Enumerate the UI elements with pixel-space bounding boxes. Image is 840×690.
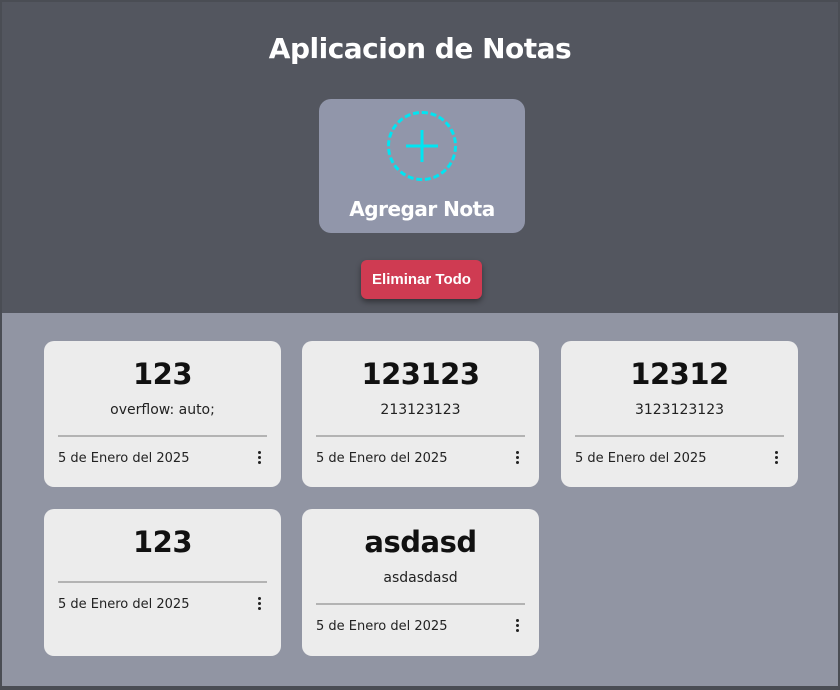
note-divider <box>575 435 784 437</box>
note-title: 123 <box>132 525 193 559</box>
app-header: Aplicacion de Notas Agregar Nota Elimina… <box>2 2 838 313</box>
delete-all-button[interactable]: Eliminar Todo <box>361 260 482 299</box>
note-body: overflow: auto; <box>110 402 215 418</box>
note-divider <box>58 581 267 583</box>
app-title: Aplicacion de Notas <box>268 32 572 65</box>
note-title: asdasd <box>364 525 477 559</box>
more-options-icon[interactable] <box>513 451 521 467</box>
note-card[interactable]: asdasd asdasdasd 5 de Enero del 2025 <box>302 509 539 656</box>
notes-grid: 123 overflow: auto; 5 de Enero del 2025 … <box>2 313 838 686</box>
note-title: 12312 <box>630 357 729 391</box>
note-date: 5 de Enero del 2025 <box>316 619 448 634</box>
note-title: 123 <box>132 357 193 391</box>
note-card[interactable]: 123 5 de Enero del 2025 <box>44 509 281 656</box>
note-card[interactable]: 12312 3123123123 5 de Enero del 2025 <box>561 341 798 487</box>
add-note-label: Agregar Nota <box>349 197 495 221</box>
app-window: Aplicacion de Notas Agregar Nota Elimina… <box>2 2 838 686</box>
more-options-icon[interactable] <box>255 597 263 613</box>
note-divider <box>58 435 267 437</box>
note-date: 5 de Enero del 2025 <box>58 451 190 466</box>
note-body: asdasdasd <box>383 570 458 586</box>
more-options-icon[interactable] <box>772 451 780 467</box>
note-divider <box>316 603 525 605</box>
plus-circle-icon <box>387 111 457 181</box>
note-date: 5 de Enero del 2025 <box>58 597 190 612</box>
add-note-button[interactable]: Agregar Nota <box>319 99 525 233</box>
note-card[interactable]: 123123 213123123 5 de Enero del 2025 <box>302 341 539 487</box>
note-title: 123123 <box>361 357 480 391</box>
more-options-icon[interactable] <box>513 619 521 635</box>
note-date: 5 de Enero del 2025 <box>316 451 448 466</box>
more-options-icon[interactable] <box>255 451 263 467</box>
note-body: 213123123 <box>380 402 461 418</box>
note-date: 5 de Enero del 2025 <box>575 451 707 466</box>
note-body: 3123123123 <box>634 402 725 418</box>
note-card[interactable]: 123 overflow: auto; 5 de Enero del 2025 <box>44 341 281 487</box>
note-divider <box>316 435 525 437</box>
